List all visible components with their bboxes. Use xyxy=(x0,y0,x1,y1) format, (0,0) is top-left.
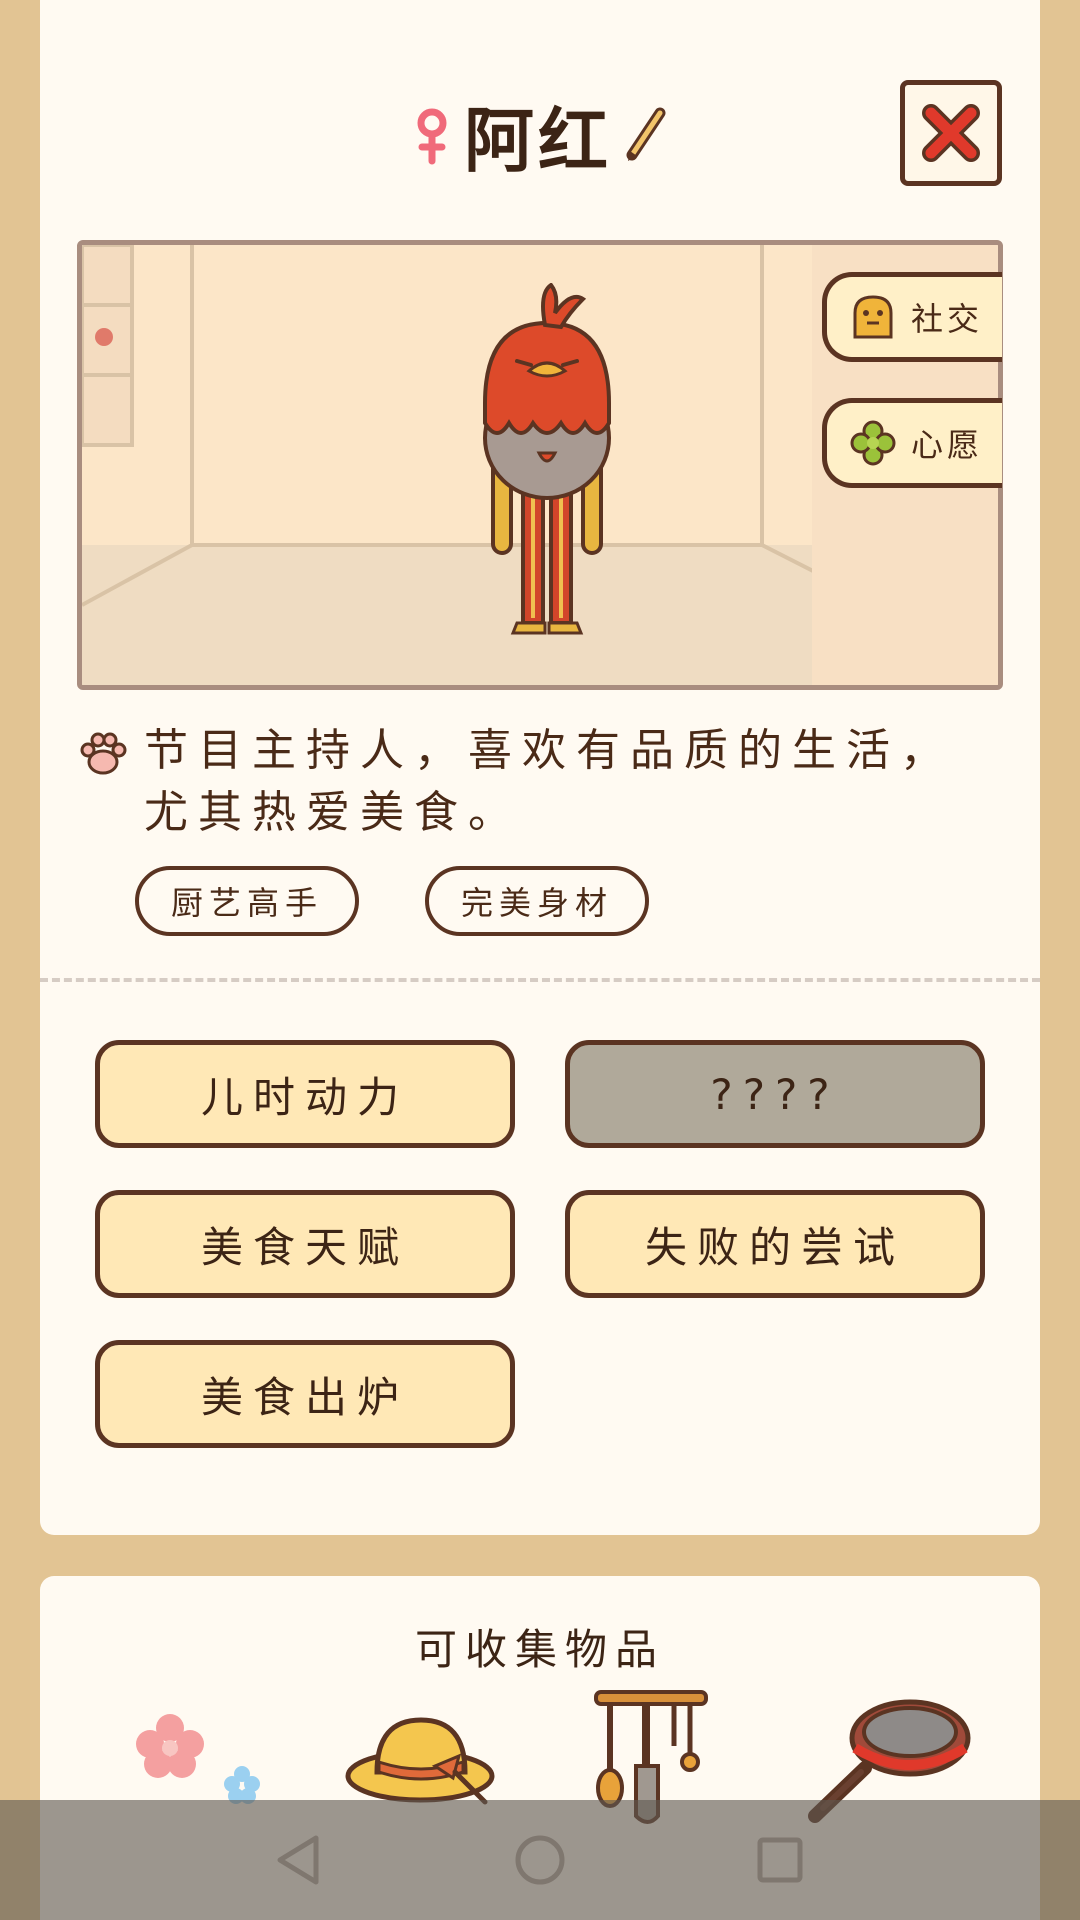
collectibles-title: 可收集物品 xyxy=(414,1625,665,1674)
chicken-character xyxy=(483,283,611,635)
character-description: 节目主持人，喜欢有品质的生活，尤其热爱美食。 xyxy=(144,725,954,838)
tag-perfect-figure: 完美身材 xyxy=(425,866,649,936)
character-name: 阿红 xyxy=(464,99,612,182)
wish-button[interactable]: 心愿 xyxy=(822,398,1002,488)
female-symbol-icon xyxy=(417,108,447,165)
character-card: 阿红 社交 心愿 节目主持人，喜欢有品质的生活，尤其热爱美食。 厨艺高手 完美身… xyxy=(40,0,1040,1535)
story-button-food-ready[interactable]: 美食出炉 xyxy=(95,1340,515,1448)
edit-pencil-icon[interactable] xyxy=(624,105,668,165)
close-button[interactable] xyxy=(900,80,1002,186)
social-button[interactable]: 社交 xyxy=(822,272,1002,362)
story-button-childhood[interactable]: 儿时动力 xyxy=(95,1040,515,1148)
social-face-icon xyxy=(853,295,893,339)
tag-cooking-master: 厨艺高手 xyxy=(135,866,359,936)
clover-icon xyxy=(850,420,896,466)
social-label: 社交 xyxy=(911,300,984,338)
close-icon xyxy=(922,104,980,162)
system-nav-bar xyxy=(0,1800,1080,1920)
description-row: 节目主持人，喜欢有品质的生活，尤其热爱美食。 xyxy=(78,720,1028,844)
divider xyxy=(40,978,1040,982)
wish-label: 心愿 xyxy=(911,426,984,464)
back-icon[interactable] xyxy=(270,1830,330,1890)
recents-icon[interactable] xyxy=(750,1830,810,1890)
title-row: 阿红 xyxy=(40,90,1040,182)
story-button-food-talent[interactable]: 美食天赋 xyxy=(95,1190,515,1298)
story-button-locked[interactable]: ???? xyxy=(565,1040,985,1148)
story-button-failed-attempt[interactable]: 失败的尝试 xyxy=(565,1190,985,1298)
home-icon[interactable] xyxy=(510,1830,570,1890)
paw-icon xyxy=(80,732,127,775)
